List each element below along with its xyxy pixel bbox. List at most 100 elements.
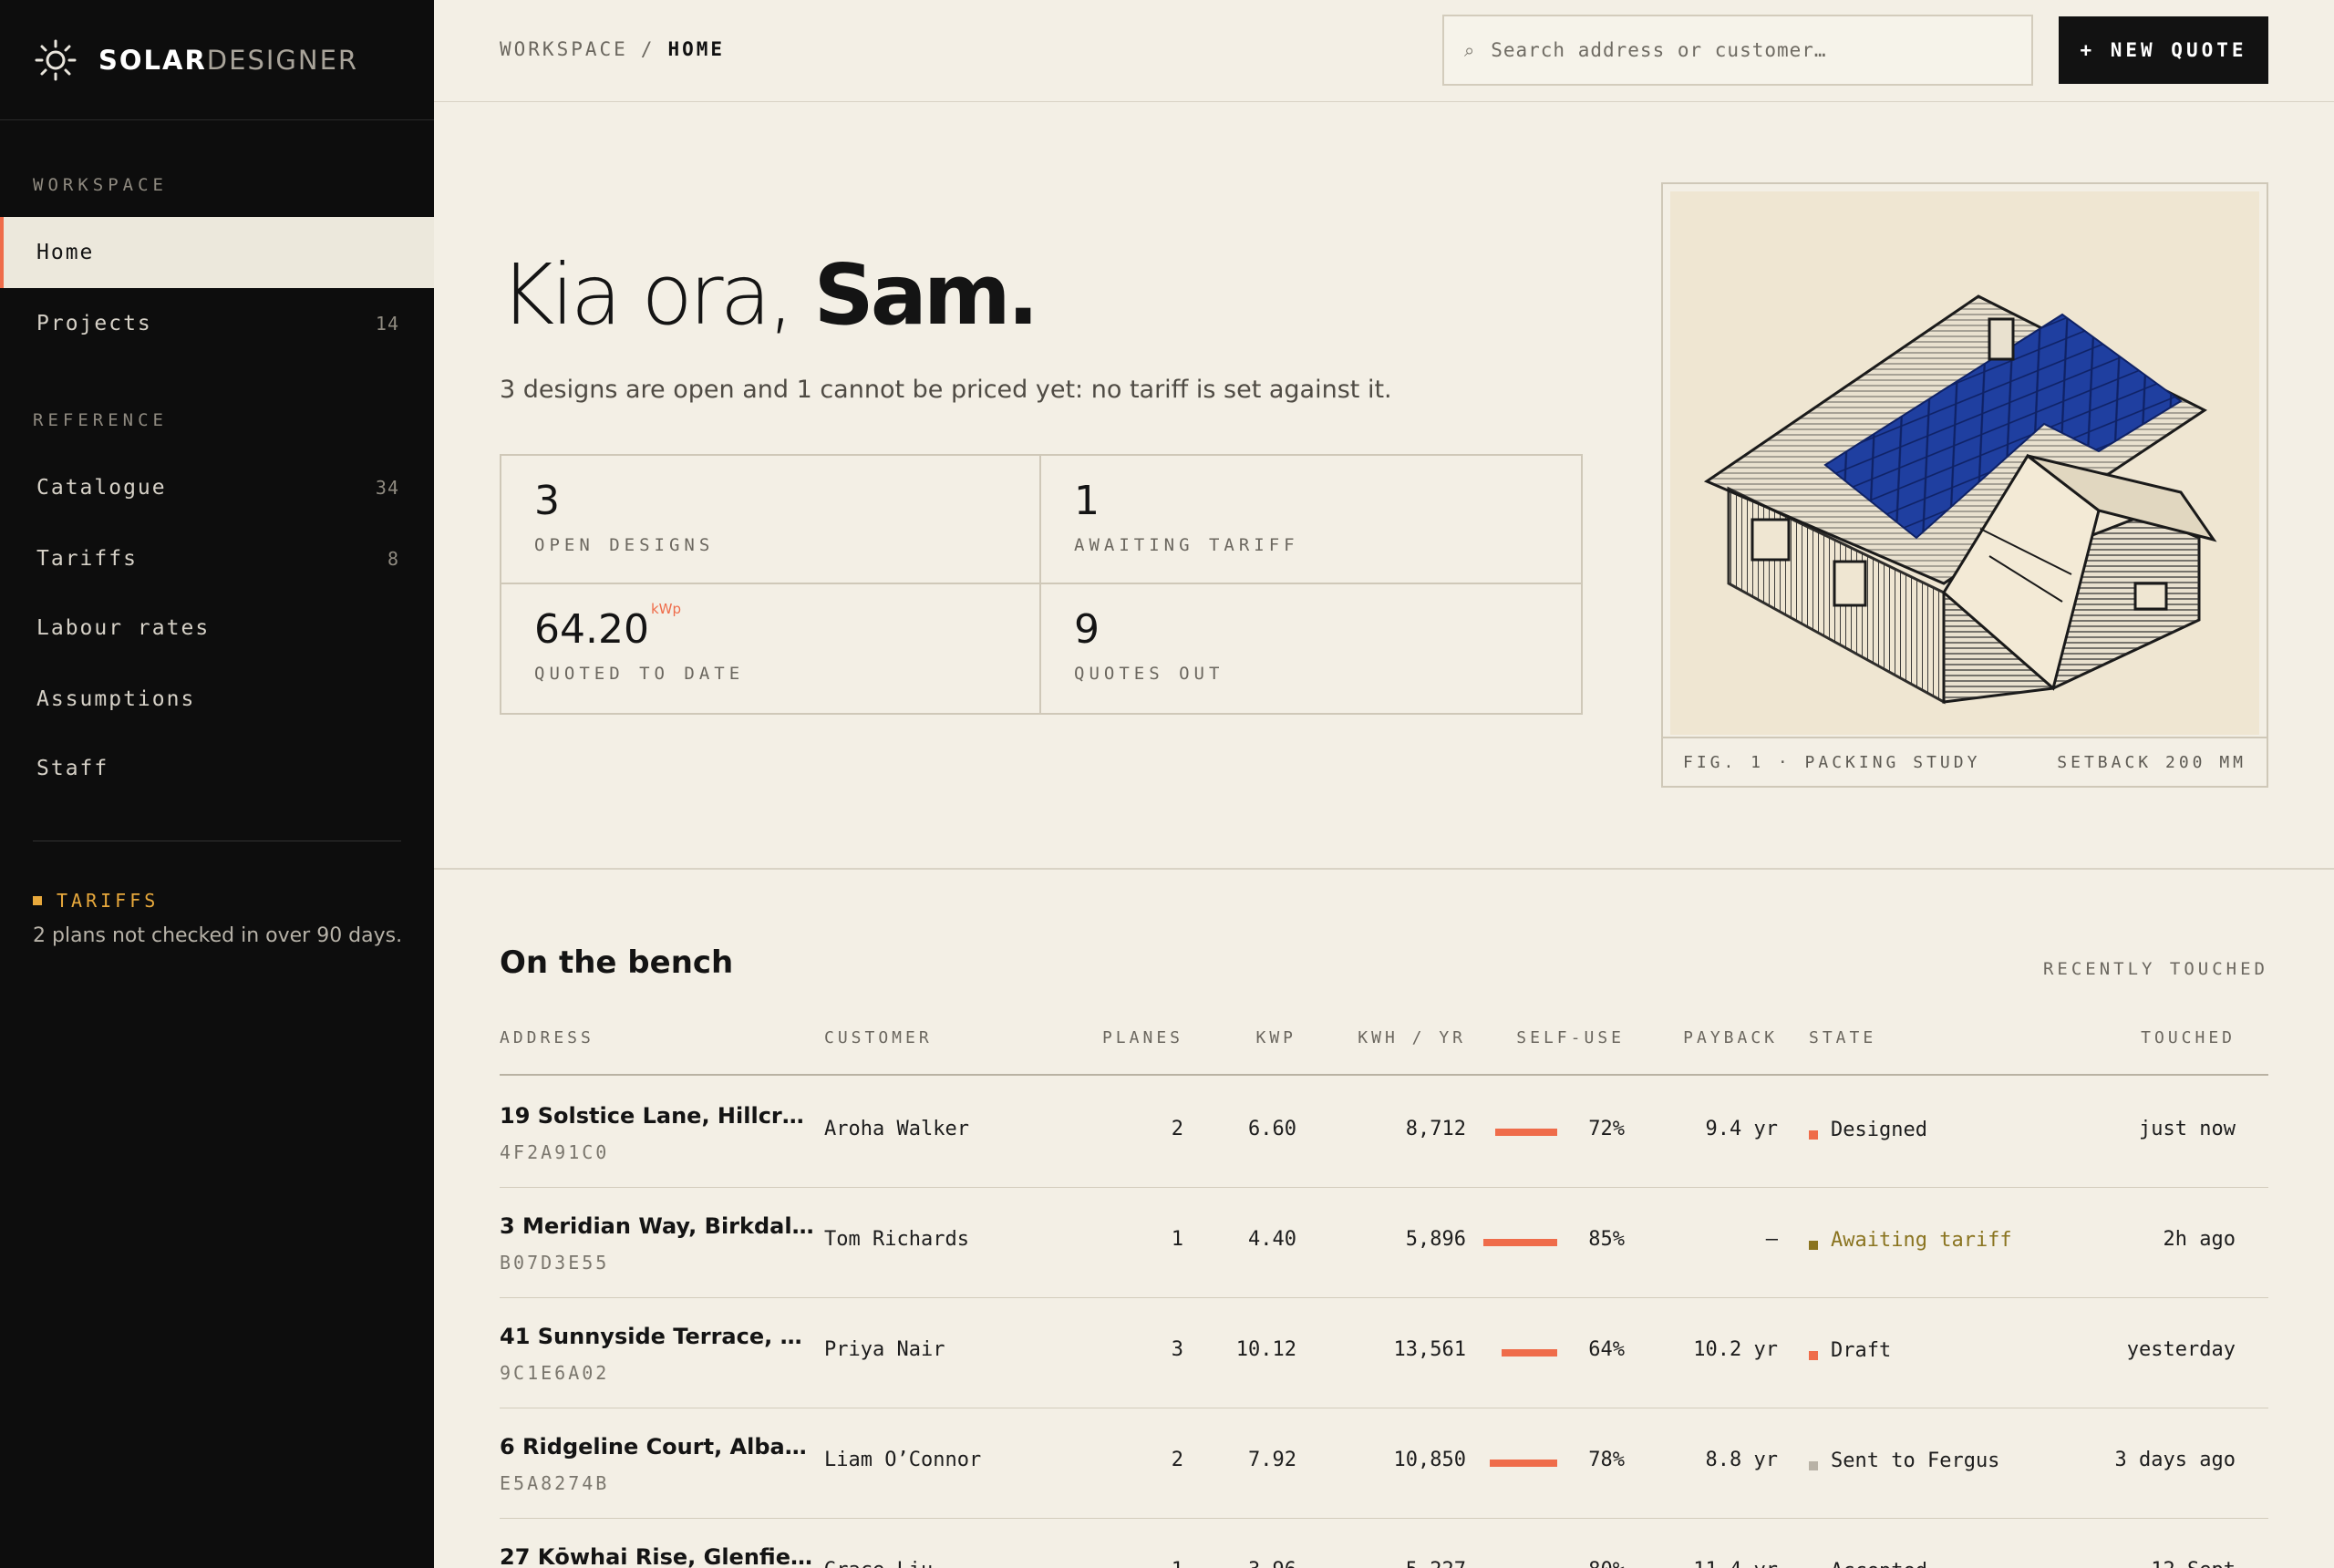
row-planes: 2 xyxy=(1171,1118,1183,1140)
row-planes: 2 xyxy=(1171,1449,1183,1471)
column-header-kwh[interactable]: KWH / YR xyxy=(1358,1028,1466,1047)
greeting-salutation: Kia ora, xyxy=(500,246,794,344)
sidebar: SOLARDESIGNER WORKSPACE Home Projects 14… xyxy=(0,0,434,1568)
row-state: Awaiting tariff xyxy=(1831,1229,2012,1252)
sidebar-item-count: 8 xyxy=(387,548,399,570)
stat-quotes-out[interactable]: 9 QUOTES OUT xyxy=(1041,584,1581,713)
row-self-use: 78% xyxy=(1588,1449,1625,1471)
new-quote-button[interactable]: + NEW QUOTE xyxy=(2059,16,2268,84)
column-header-kwp[interactable]: KWP xyxy=(1255,1028,1296,1047)
house-illustration xyxy=(1670,191,2259,735)
alert-square-icon xyxy=(33,896,42,905)
sidebar-item-tariffs[interactable]: Tariffs 8 xyxy=(0,523,434,594)
figure-caption: FIG. 1 · PACKING STUDY SETBACK 200 MM xyxy=(1663,737,2267,786)
sidebar-item-count: 34 xyxy=(375,477,399,499)
row-customer: Aroha Walker xyxy=(824,1118,969,1140)
row-kwp: 4.40 xyxy=(1248,1228,1296,1251)
column-header-payback[interactable]: PAYBACK xyxy=(1683,1028,1778,1047)
row-payback: — xyxy=(1765,1228,1778,1251)
table-row[interactable]: 3 Meridian Way, Birkdale, Auckland B07D3E… xyxy=(500,1188,2268,1298)
row-address: 41 Sunnyside Terrace, Northcote, Aucklan… xyxy=(500,1324,819,1349)
row-state: Accepted xyxy=(1831,1560,1927,1568)
column-header-address[interactable]: ADDRESS xyxy=(500,1028,594,1047)
row-customer: Grace Liu xyxy=(824,1559,933,1568)
alert-title-text: TARIFFS xyxy=(57,890,160,912)
table-row[interactable]: 27 Kōwhai Rise, Glenfield, Auckland Grace… xyxy=(500,1519,2268,1568)
search-icon: ⌕ xyxy=(1464,39,1475,61)
row-kwh: 10,850 xyxy=(1393,1449,1466,1471)
breadcrumb: WORKSPACE / HOME xyxy=(500,38,725,60)
sidebar-item-label: Staff xyxy=(36,757,109,780)
stat-value: 3 xyxy=(534,478,560,524)
topbar: WORKSPACE / HOME ⌕ + NEW QUOTE xyxy=(434,0,2334,102)
sidebar-item-count: 14 xyxy=(375,313,399,335)
sun-icon xyxy=(35,39,77,80)
sidebar-item-assumptions[interactable]: Assumptions xyxy=(0,664,434,735)
row-code: E5A8274B xyxy=(500,1472,610,1494)
row-payback: 10.2 yr xyxy=(1693,1338,1778,1361)
row-code: B07D3E55 xyxy=(500,1252,610,1274)
row-customer: Tom Richards xyxy=(824,1228,969,1251)
row-kwh: 8,712 xyxy=(1405,1118,1466,1140)
row-touched: 2h ago xyxy=(2163,1228,2236,1251)
breadcrumb-workspace[interactable]: WORKSPACE xyxy=(500,38,628,60)
self-use-bar xyxy=(1490,1460,1557,1467)
figure-caption-right: SETBACK 200 MM xyxy=(2057,752,2246,772)
house-drawing xyxy=(1703,294,2217,705)
search-input[interactable] xyxy=(1491,39,2002,61)
row-payback: 8.8 yr xyxy=(1705,1449,1778,1471)
stat-value: 64.20 xyxy=(534,606,649,653)
table-row[interactable]: 19 Solstice Lane, Hillcrest, Auckland 4F2… xyxy=(500,1078,2268,1188)
breadcrumb-separator: / xyxy=(640,38,656,60)
table-header: ADDRESS CUSTOMER PLANES KWP KWH / YR SEL… xyxy=(500,1023,2268,1076)
row-kwp: 7.92 xyxy=(1248,1449,1296,1471)
table-row[interactable]: 41 Sunnyside Terrace, Northcote, Aucklan… xyxy=(500,1298,2268,1408)
sidebar-item-projects[interactable]: Projects 14 xyxy=(0,288,434,359)
sidebar-item-label: Projects xyxy=(36,312,152,335)
stat-value: 9 xyxy=(1074,606,1100,653)
column-header-customer[interactable]: CUSTOMER xyxy=(824,1028,933,1047)
row-code: 4F2A91C0 xyxy=(500,1141,610,1163)
stat-quoted-to-date[interactable]: 64.20 kWp QUOTED TO DATE xyxy=(501,584,1041,713)
stat-label: AWAITING TARIFF xyxy=(1074,535,1299,555)
breadcrumb-current: HOME xyxy=(667,38,726,60)
row-state: Designed xyxy=(1831,1119,1927,1141)
row-address: 6 Ridgeline Court, Albany, Auckland xyxy=(500,1434,819,1460)
stat-awaiting-tariff[interactable]: 1 AWAITING TARIFF xyxy=(1041,456,1581,584)
column-header-self-use[interactable]: SELF-USE xyxy=(1516,1028,1625,1047)
stat-open-designs[interactable]: 3 OPEN DESIGNS xyxy=(501,456,1041,584)
brand-logo[interactable]: SOLARDESIGNER xyxy=(0,0,434,120)
section-divider xyxy=(434,868,2334,870)
column-header-state[interactable]: STATE xyxy=(1809,1028,1876,1047)
greeting-name: Sam. xyxy=(813,246,1039,344)
tariff-alert[interactable]: TARIFFS 2 plans not checked in over 90 d… xyxy=(33,890,402,947)
row-kwp: 3.96 xyxy=(1248,1559,1296,1568)
row-planes: 3 xyxy=(1171,1338,1183,1361)
column-header-touched[interactable]: TOUCHED xyxy=(2141,1028,2236,1047)
row-touched: just now xyxy=(2139,1118,2236,1140)
stats-grid: 3 OPEN DESIGNS 1 AWAITING TARIFF 64.20 kW… xyxy=(500,454,1583,715)
nav-section-reference: REFERENCE xyxy=(33,410,168,430)
column-header-planes[interactable]: PLANES xyxy=(1102,1028,1183,1047)
stat-value: 1 xyxy=(1074,478,1100,524)
sidebar-item-label: Tariffs xyxy=(36,547,138,571)
search-box[interactable]: ⌕ xyxy=(1442,15,2033,86)
sidebar-item-catalogue[interactable]: Catalogue 34 xyxy=(0,452,434,523)
row-planes: 1 xyxy=(1172,1559,1183,1568)
self-use-bar xyxy=(1483,1239,1557,1246)
stat-label: OPEN DESIGNS xyxy=(534,535,715,555)
sidebar-item-staff[interactable]: Staff xyxy=(0,733,434,804)
sort-label[interactable]: RECENTLY TOUCHED xyxy=(2043,959,2268,979)
tariff-alert-title: TARIFFS xyxy=(33,890,402,912)
row-kwp: 6.60 xyxy=(1248,1118,1296,1140)
table-row[interactable]: 6 Ridgeline Court, Albany, Auckland E5A82… xyxy=(500,1408,2268,1519)
row-touched: 3 days ago xyxy=(2114,1449,2236,1471)
row-touched: 12 Sept xyxy=(2151,1559,2236,1568)
self-use-bar xyxy=(1502,1349,1557,1357)
state-indicator-icon xyxy=(1809,1130,1818,1140)
sidebar-item-labour-rates[interactable]: Labour rates xyxy=(0,593,434,664)
row-payback: 9.4 yr xyxy=(1705,1118,1778,1140)
row-self-use: 72% xyxy=(1588,1118,1625,1140)
row-state: Draft xyxy=(1831,1339,1892,1362)
sidebar-item-home[interactable]: Home xyxy=(0,217,434,288)
